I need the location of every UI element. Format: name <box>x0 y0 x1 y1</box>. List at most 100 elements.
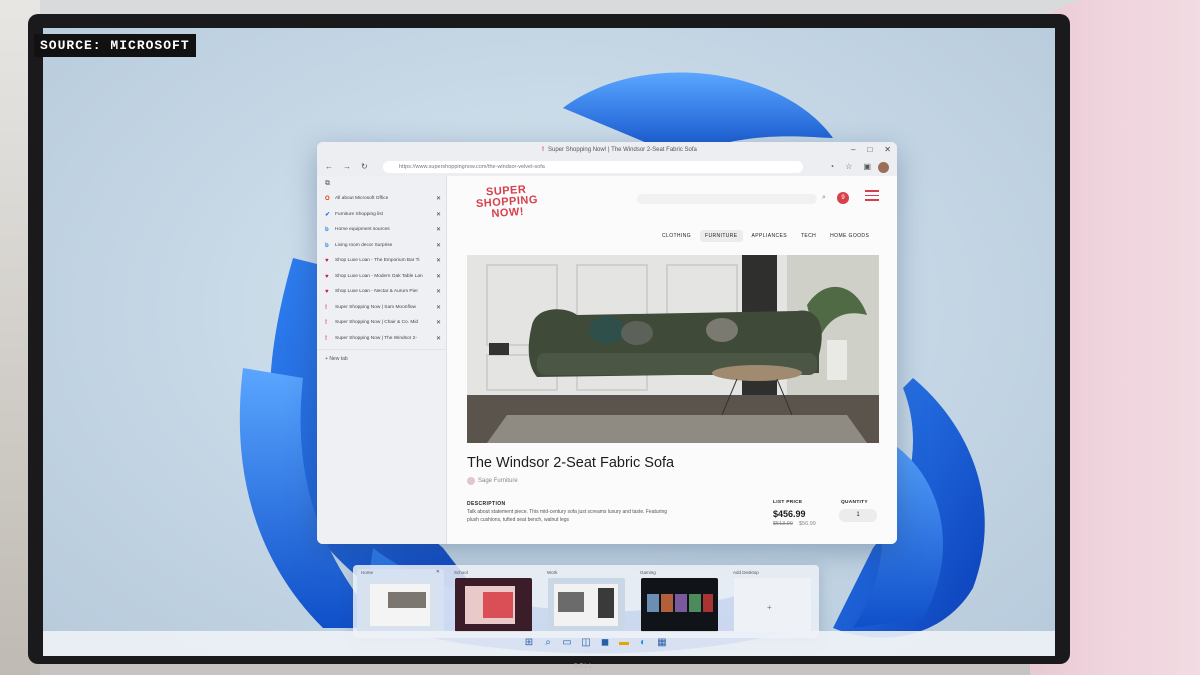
heart-icon: ♥ <box>325 258 329 264</box>
quantity-heading: QUANTITY <box>841 500 868 505</box>
close-tab-icon[interactable]: ✕ <box>436 304 441 311</box>
product-page: SUPER SHOPPING NOW! ⌕ 9 CLOTHING FURNITU… <box>447 176 897 544</box>
sidebar-tab-item[interactable]: b Living room decor Surprise ✕ <box>317 239 446 255</box>
product-hero-image[interactable] <box>467 255 879 443</box>
desktop-thumbnail <box>641 578 718 632</box>
close-tab-icon[interactable]: ✕ <box>436 319 441 326</box>
close-tab-icon[interactable]: ✕ <box>436 195 441 202</box>
vertical-tabs-sidebar: ⧉ O All about Microsoft Office ✕ ✔ Furniture… <box>317 176 447 544</box>
tab-list: O All about Microsoft Office ✕ ✔ Furniture S… <box>317 192 446 347</box>
add-desktop-button[interactable]: Add Desktop + <box>729 569 816 635</box>
category-appliances[interactable]: APPLIANCES <box>747 230 792 242</box>
close-tab-icon[interactable]: ✕ <box>436 273 441 280</box>
original-price: $513.99 <box>773 521 793 527</box>
edge-browser-window[interactable]: Super Shopping Now! | The Windsor 2-Seat… <box>317 142 897 544</box>
task-view-icon[interactable]: ▭ <box>561 637 573 649</box>
product-brand-link[interactable]: Sage Furniture <box>467 477 518 485</box>
tab-actions-icon[interactable]: ⧉ <box>317 176 446 192</box>
sidebar-tab-item[interactable]: O All about Microsoft Office ✕ <box>317 192 446 208</box>
category-tech[interactable]: TECH <box>796 230 821 242</box>
quantity-stepper[interactable]: 1 <box>839 509 877 522</box>
monitor-brand-logo: DELL <box>574 664 594 670</box>
read-aloud-icon[interactable]: ◔ <box>829 162 834 171</box>
office-icon: O <box>325 196 330 202</box>
browser-toolbar: ← → ↻ https://www.supershoppingnow.com/t… <box>317 159 897 176</box>
search-icon[interactable]: ⌕ <box>542 637 554 649</box>
tab-label: Shop Luxe Loan - The Emporium Bar Ti <box>335 258 420 263</box>
new-tab-label: New tab <box>329 356 348 362</box>
forward-icon[interactable]: → <box>343 162 351 171</box>
monitor-bezel: Super Shopping Now! | The Windsor 2-Seat… <box>28 14 1070 664</box>
plus-icon: + <box>767 603 772 612</box>
add-desktop-thumbnail <box>734 578 811 632</box>
close-tab-icon[interactable]: ✕ <box>436 242 441 249</box>
close-tab-icon[interactable]: ✕ <box>436 335 441 342</box>
address-bar[interactable]: https://www.supershoppingnow.com/the-win… <box>383 161 803 173</box>
category-home-goods[interactable]: HOME GOODS <box>825 230 874 242</box>
close-tab-icon[interactable]: ✕ <box>436 288 441 295</box>
tab-label: Furniture Shopping list <box>335 211 383 217</box>
search-icon[interactable]: ⌕ <box>822 194 826 202</box>
exclaim-icon: ! <box>325 335 327 342</box>
bing-icon: b <box>325 227 329 233</box>
refresh-icon[interactable]: ↻ <box>361 162 368 171</box>
tab-label: Shop Luxe Loan - Nectar & Aurum Pier <box>335 289 418 294</box>
exclaim-icon: ! <box>325 320 327 326</box>
desktop-gaming[interactable]: Gaming <box>636 569 723 635</box>
category-nav: CLOTHING FURNITURE APPLIANCES TECH HOME … <box>657 230 874 242</box>
widgets-icon[interactable]: ◫ <box>580 637 592 649</box>
file-explorer-icon[interactable]: ▬ <box>618 637 630 649</box>
close-tab-icon[interactable]: ✕ <box>436 211 441 218</box>
menu-icon[interactable] <box>865 190 879 202</box>
store-icon[interactable]: ▦ <box>656 637 668 649</box>
tab-label: Super Shopping Now | Chair & Co. Mid <box>335 320 419 325</box>
site-logo[interactable]: SUPER SHOPPING NOW! <box>466 183 548 222</box>
desktop-label: School <box>454 570 468 575</box>
sidebar-tab-item[interactable]: ♥ Shop Luxe Loan - Modern Oak Table Lan ✕ <box>317 270 446 286</box>
sidebar-tab-item[interactable]: ! Super Shopping Now | Sam Moonflow ✕ <box>317 301 446 317</box>
sofa-photo <box>467 255 879 443</box>
sidebar-tab-item[interactable]: ♥ Shop Luxe Loan - The Emporium Bar Ti ✕ <box>317 254 446 270</box>
close-tab-icon[interactable]: ✕ <box>436 226 441 233</box>
category-furniture[interactable]: FURNITURE <box>700 230 743 242</box>
tab-label: Shop Luxe Loan - Modern Oak Table Lan <box>335 273 423 279</box>
product-description: Talk about statement piece. This mid-cen… <box>467 509 667 523</box>
chat-icon[interactable]: ◼ <box>599 637 611 649</box>
desktop-work[interactable]: Work <box>543 569 630 635</box>
desktop-school[interactable]: School <box>450 569 537 635</box>
tab-label: Home equipment sources <box>335 227 390 232</box>
desktop-thumbnail <box>455 578 532 632</box>
heart-icon: ♥ <box>325 273 329 280</box>
description-heading: DESCRIPTION <box>467 501 506 507</box>
desktop-label: Gaming <box>640 570 656 575</box>
sidebar-tab-item[interactable]: ✔ Furniture Shopping list ✕ <box>317 208 446 224</box>
new-tab-button[interactable]: + New tab <box>317 349 446 365</box>
start-icon[interactable]: ⊞ <box>523 637 535 649</box>
favorites-icon[interactable]: ☆ <box>845 162 852 171</box>
desktop-label: Add Desktop <box>733 570 759 575</box>
minimize-icon[interactable]: – <box>851 145 855 154</box>
browser-titlebar[interactable]: Super Shopping Now! | The Windsor 2-Seat… <box>317 142 897 159</box>
product-price: $456.99 <box>773 509 806 519</box>
sidebar-tab-item[interactable]: ! Super Shopping Now | The Windsor 2- ✕ <box>317 332 446 348</box>
close-icon[interactable]: ✕ <box>884 145 891 154</box>
back-icon[interactable]: ← <box>325 162 333 171</box>
sidebar-tab-item[interactable]: ! Super Shopping Now | Chair & Co. Mid ✕ <box>317 316 446 332</box>
collections-icon[interactable]: ▣ <box>863 162 871 171</box>
edge-icon[interactable]: ◐ <box>637 637 649 649</box>
desktop-screen: Super Shopping Now! | The Windsor 2-Seat… <box>43 28 1055 656</box>
desktop-home[interactable]: Home ✕ <box>357 569 444 635</box>
desktop-label: Home <box>361 570 374 575</box>
sidebar-tab-item[interactable]: b Home equipment sources ✕ <box>317 223 446 239</box>
task-view-desktops: Home ✕ School Work Gaming Add Desktop + <box>353 565 819 638</box>
site-search-input[interactable] <box>637 194 817 204</box>
category-clothing[interactable]: CLOTHING <box>657 230 696 242</box>
close-desktop-icon[interactable]: ✕ <box>436 569 440 575</box>
close-tab-icon[interactable]: ✕ <box>436 257 441 264</box>
profile-avatar[interactable] <box>878 162 889 173</box>
window-title: Super Shopping Now! | The Windsor 2-Seat… <box>542 147 697 153</box>
sidebar-tab-item[interactable]: ♥ Shop Luxe Loan - Nectar & Aurum Pier ✕ <box>317 285 446 301</box>
savings-amount: $56.99 <box>799 521 816 527</box>
maximize-icon[interactable]: □ <box>867 145 872 154</box>
cart-badge[interactable]: 9 <box>837 192 849 204</box>
